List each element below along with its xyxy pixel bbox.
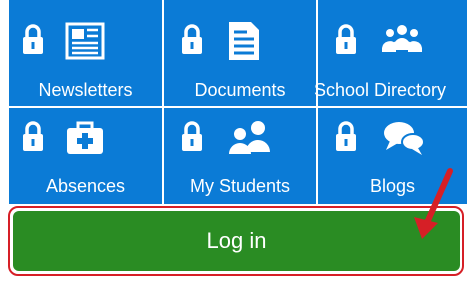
newspaper-icon: [65, 22, 105, 60]
login-button[interactable]: Log in: [13, 211, 460, 271]
tile-documents[interactable]: Documents: [164, 0, 316, 106]
tile-label: School Directory: [314, 80, 447, 100]
document-icon: [229, 22, 259, 60]
left-strip: [0, 0, 9, 204]
red-arrow-icon: [414, 168, 453, 239]
lock-icon: [336, 121, 356, 151]
lock-icon: [182, 24, 202, 54]
tile-school-directory[interactable]: School Directory: [314, 0, 467, 106]
tile-grid: Newsletters Documents School Directory A…: [9, 0, 467, 204]
tile-label: My Students: [189, 176, 291, 196]
lock-icon: [23, 24, 43, 54]
first-aid-kit-icon: [67, 121, 103, 154]
tile-label: Absences: [45, 176, 126, 196]
lock-icon: [182, 121, 202, 151]
tile-newsletters[interactable]: Newsletters: [9, 0, 162, 106]
lock-icon: [336, 24, 356, 54]
lock-icon: [23, 121, 43, 151]
tile-label: Documents: [194, 80, 286, 100]
tile-absences[interactable]: Absences: [9, 108, 162, 204]
tile-my-students[interactable]: My Students: [164, 108, 316, 204]
students-icon: [229, 121, 270, 154]
people-group-icon: [382, 25, 422, 52]
tile-label: Newsletters: [38, 80, 133, 100]
chat-bubbles-icon: [384, 122, 425, 155]
